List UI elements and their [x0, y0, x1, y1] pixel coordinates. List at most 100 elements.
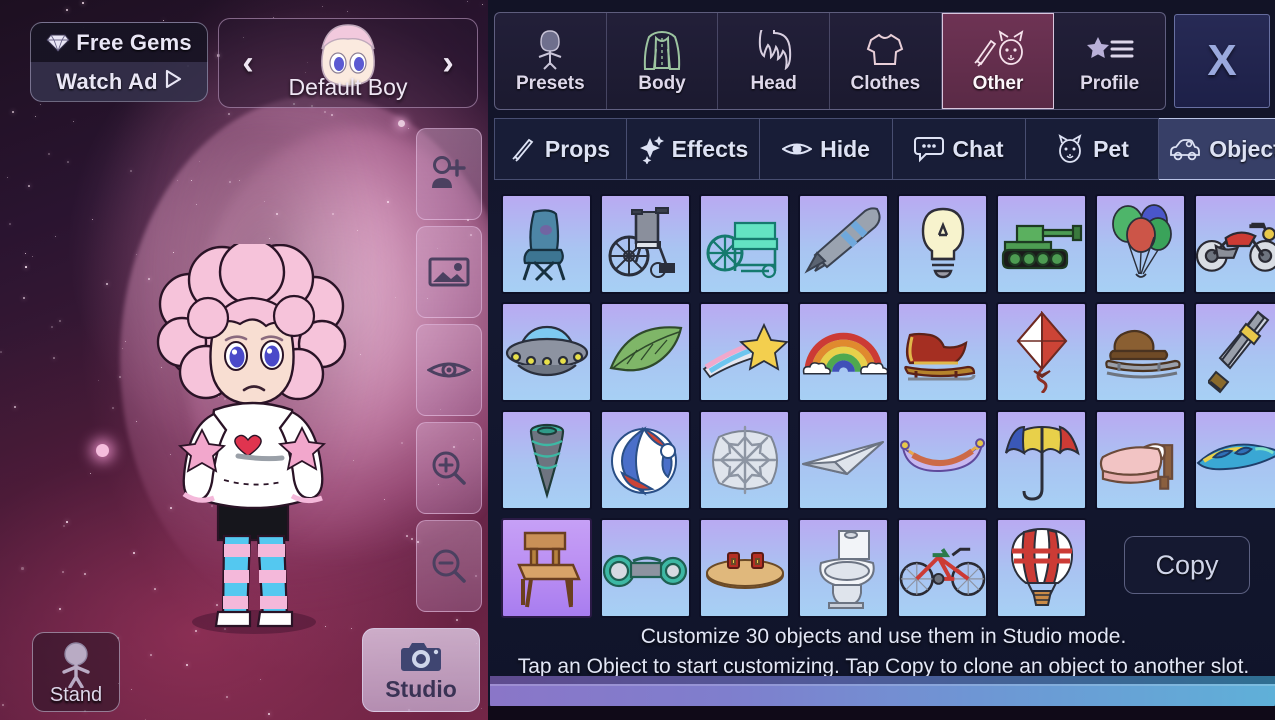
tab-head[interactable]: Head — [718, 13, 831, 109]
grid-item-hammock[interactable] — [893, 406, 992, 514]
zoom-out-button[interactable] — [416, 520, 482, 612]
tab-other[interactable]: Other — [941, 13, 1055, 109]
hair-icon — [754, 27, 794, 73]
grid-item-hoverboard[interactable] — [596, 514, 695, 622]
cat-face-icon — [1055, 134, 1085, 164]
zoom-in-button[interactable] — [416, 422, 482, 514]
paper-plane-icon — [798, 410, 889, 510]
grid-item-paper-plane[interactable] — [794, 406, 893, 514]
studio-button[interactable]: Studio — [362, 628, 480, 712]
free-gems-label: Free Gems — [76, 29, 192, 55]
play-triangle-icon — [164, 69, 182, 95]
hammock-icon — [897, 410, 988, 510]
subtab-object[interactable]: Object — [1159, 118, 1275, 180]
add-character-button[interactable] — [416, 128, 482, 220]
grid-item-rocket[interactable] — [794, 190, 893, 298]
tab-presets[interactable]: Presets — [495, 13, 607, 109]
wheelchair-teal-icon — [699, 194, 790, 294]
studio-label: Studio — [385, 675, 457, 702]
grid-item-wheelchair-teal[interactable] — [695, 190, 794, 298]
camera-icon — [401, 642, 441, 671]
tshirt-icon — [865, 27, 905, 73]
grid-item-surfboard[interactable] — [1190, 406, 1275, 514]
sparkle-icon — [638, 134, 664, 164]
subtab-effects[interactable]: Effects — [627, 118, 760, 180]
character-selector[interactable]: ‹ › Default Boy — [218, 18, 478, 108]
grid-item-beach-ball[interactable] — [596, 406, 695, 514]
tab-clothes-label: Clothes — [850, 73, 921, 94]
leaf-icon — [600, 302, 691, 402]
grid-item-toilet[interactable] — [794, 514, 893, 622]
copy-label: Copy — [1155, 549, 1219, 580]
grid-item-spinning-top[interactable] — [497, 406, 596, 514]
tab-body-label: Body — [638, 73, 686, 94]
grid-item-tank[interactable] — [992, 190, 1091, 298]
close-icon: X — [1207, 36, 1237, 85]
watch-ad-label: Watch Ad — [56, 68, 158, 94]
copy-button[interactable]: Copy — [1124, 536, 1250, 594]
grid-item-lightbulb[interactable] — [893, 190, 992, 298]
grid-item-rainbow[interactable] — [794, 298, 893, 406]
low-table-icon — [699, 518, 790, 618]
background-button[interactable] — [416, 226, 482, 318]
grid-item-kite[interactable] — [992, 298, 1091, 406]
grid-item-snowflake-ornament[interactable] — [695, 406, 794, 514]
sled-icon — [1095, 302, 1186, 402]
tab-clothes[interactable]: Clothes — [830, 13, 942, 109]
tab-head-label: Head — [750, 73, 797, 94]
eye-icon — [782, 139, 813, 159]
subtab-props[interactable]: Props — [494, 118, 627, 180]
grid-item-hot-air-balloon[interactable] — [992, 514, 1091, 622]
grid-item-motorcycle[interactable] — [1190, 190, 1275, 298]
hot-air-balloon-icon — [996, 518, 1087, 618]
subtab-pet-label: Pet — [1093, 135, 1129, 162]
free-gems-row: Free Gems — [31, 23, 207, 62]
grid-item-bicycle[interactable] — [893, 514, 992, 622]
grid-item-umbrella[interactable] — [992, 406, 1091, 514]
bicycle-icon — [897, 518, 988, 618]
tab-profile[interactable]: Profile — [1054, 13, 1165, 109]
grid-item-sword[interactable] — [1190, 298, 1275, 406]
grid-item-low-table[interactable] — [695, 514, 794, 622]
subtab-pet[interactable]: Pet — [1026, 118, 1159, 180]
sleigh-icon — [897, 302, 988, 402]
tab-body[interactable]: Body — [607, 13, 719, 109]
grid-item-wooden-chair[interactable] — [497, 514, 596, 622]
subtab-hide[interactable]: Hide — [760, 118, 893, 180]
subtab-effects-label: Effects — [671, 135, 749, 162]
close-button[interactable]: X — [1174, 14, 1270, 108]
grid-item-ufo[interactable] — [497, 298, 596, 406]
free-gems-button[interactable]: Free Gems Watch Ad — [30, 22, 208, 102]
sword-icon — [1194, 302, 1275, 402]
eye-icon — [427, 362, 471, 378]
character-preview-scene[interactable]: Free Gems Watch Ad ‹ › Default Boy Stand… — [0, 0, 492, 720]
preview-hide-button[interactable] — [416, 324, 482, 416]
surfboard-icon — [1194, 410, 1275, 510]
lightbulb-icon — [897, 194, 988, 294]
ufo-icon — [501, 302, 592, 402]
subtab-chat-label: Chat — [952, 135, 1004, 162]
grid-item-shooting-star[interactable] — [695, 298, 794, 406]
jacket-icon — [642, 27, 682, 73]
grid-item-leaf[interactable] — [596, 298, 695, 406]
grid-item-balloons[interactable] — [1091, 190, 1190, 298]
character-avatar[interactable] — [142, 244, 362, 636]
subtab-chat[interactable]: Chat — [893, 118, 1026, 180]
standing-person-icon — [62, 642, 90, 688]
sword-icon — [511, 136, 537, 162]
grid-item-sleigh[interactable] — [893, 298, 992, 406]
grid-item-blue-chair[interactable] — [497, 190, 596, 298]
car-icon — [1169, 137, 1201, 161]
panel-footer — [488, 706, 1275, 720]
person-plus-icon — [432, 156, 466, 188]
blue-chair-icon — [501, 194, 592, 294]
grid-item-sled[interactable] — [1091, 298, 1190, 406]
stand-pose-button[interactable]: Stand — [32, 632, 120, 712]
watch-ad-row[interactable]: Watch Ad — [31, 62, 207, 101]
balloons-icon — [1095, 194, 1186, 294]
tab-presets-label: Presets — [516, 73, 585, 94]
image-icon — [428, 257, 470, 287]
grid-item-bed[interactable] — [1091, 406, 1190, 514]
grid-item-wheelchair-grey[interactable] — [596, 190, 695, 298]
sub-tab-bar: Props Effects Hide Chat Pet Object — [494, 118, 1275, 180]
